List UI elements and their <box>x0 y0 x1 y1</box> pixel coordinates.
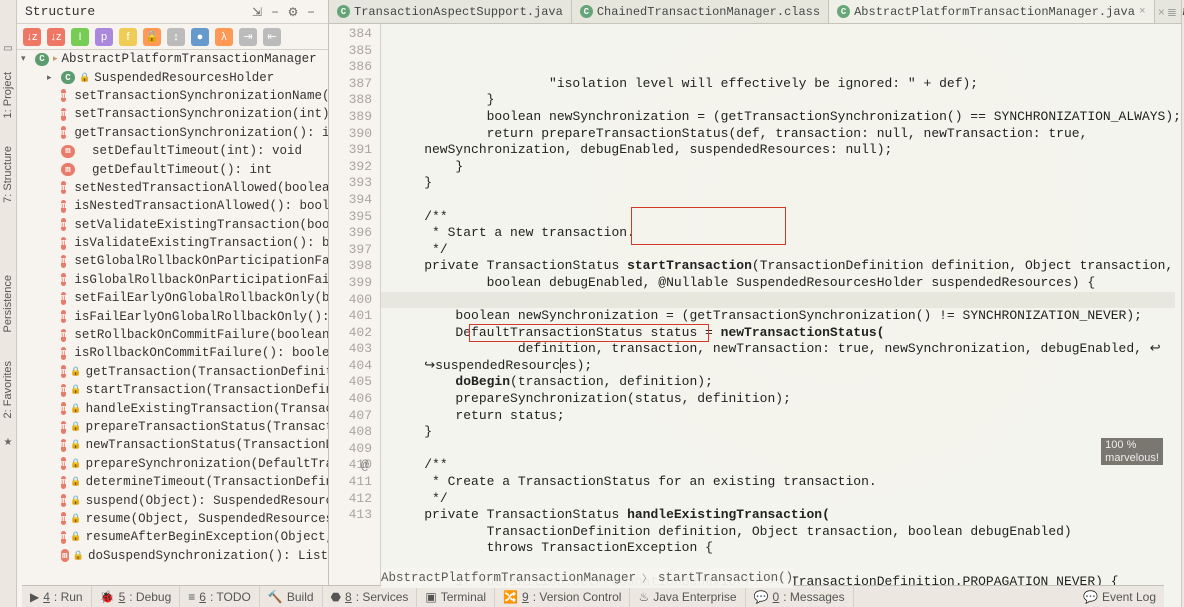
structure-member[interactable]: m getTransactionSynchronization(): in <box>19 124 328 142</box>
project-tool-label[interactable]: 1: Project <box>2 72 14 118</box>
editor-tab[interactable]: CAbstractPlatformTransactionManager.java… <box>829 0 1154 23</box>
favorites-tool-label[interactable]: 2: Favorites <box>2 361 14 418</box>
breadcrumb-class[interactable]: AbstractPlatformTransactionManager <box>381 571 636 585</box>
structure-member[interactable]: m🔒 resume(Object, SuspendedResourcesHo <box>19 510 328 528</box>
bottom-toolbar: ▶ 4: Run 🐞 5: Debug ≡ 6: TODO 🔨 Build ⬣ … <box>22 585 1164 607</box>
autoscroll-to-icon[interactable]: ⇥ <box>239 28 257 46</box>
structure-member[interactable]: m isNestedTransactionAllowed(): boole <box>19 197 328 215</box>
structure-member[interactable]: m setValidateExistingTransaction(bool <box>19 216 328 234</box>
structure-member[interactable]: m setTransactionSynchronization(int): <box>19 105 328 123</box>
chevron-right-icon: 〉 <box>642 570 652 586</box>
structure-member[interactable]: m🔒 prepareSynchronization(DefaultTrans <box>19 455 328 473</box>
show-anonymous-icon[interactable]: ● <box>191 28 209 46</box>
event-log-tool[interactable]: 💬 Event Log <box>1075 586 1164 607</box>
structure-member[interactable]: ▸C🔒 SuspendedResourcesHolder <box>19 68 328 86</box>
structure-tool-label[interactable]: 7: Structure <box>2 146 14 203</box>
structure-member[interactable]: m setFailEarlyOnGlobalRollbackOnly(bo <box>19 289 328 307</box>
structure-member[interactable]: m setDefaultTimeout(int): void <box>19 142 328 160</box>
structure-member[interactable]: m🔒 newTransactionStatus(TransactionDef <box>19 436 328 454</box>
structure-member[interactable]: m isRollbackOnCommitFailure(): boolea <box>19 344 328 362</box>
star-icon[interactable]: ★ <box>0 434 16 450</box>
tab-list-icon[interactable]: ≣ <box>1167 5 1177 19</box>
hide-icon[interactable]: − <box>302 3 320 21</box>
structure-toolbar: ↓z ↓z I p f 🔒 ↕ ● λ ⇥ ⇤ <box>17 24 328 50</box>
expand-icon[interactable]: ⇲ <box>248 3 266 21</box>
structure-member[interactable]: m🔒 determineTimeout(TransactionDefinit <box>19 473 328 491</box>
terminal-tool[interactable]: ▣ Terminal <box>417 586 495 607</box>
show-properties-icon[interactable]: p <box>95 28 113 46</box>
structure-member[interactable]: m setNestedTransactionAllowed(boolean <box>19 179 328 197</box>
structure-member[interactable]: m isValidateExistingTransaction(): bo <box>19 234 328 252</box>
show-inherited-icon[interactable]: ↕ <box>167 28 185 46</box>
gear-icon[interactable]: ⚙ <box>284 3 302 21</box>
structure-member[interactable]: m🔒 getTransaction(TransactionDefinitio <box>19 363 328 381</box>
editor-tab[interactable]: CTransactionAspectSupport.java <box>329 0 572 23</box>
editor-tab[interactable]: CChainedTransactionManager.class <box>572 0 829 23</box>
structure-member[interactable]: m setGlobalRollbackOnParticipationFai <box>19 252 328 270</box>
breadcrumb-method[interactable]: startTransaction() <box>658 571 793 585</box>
vcs-tool[interactable]: 🔀 9: Version Control <box>495 586 630 607</box>
editor-panel: CTransactionAspectSupport.javaCChainedTr… <box>329 0 1181 607</box>
structure-member[interactable]: m isGlobalRollbackOnParticipationFail <box>19 271 328 289</box>
close-tab-icon[interactable]: × <box>1139 6 1146 18</box>
structure-panel: Structure ⇲ − ⚙ − ↓z ↓z I p f 🔒 ↕ ● λ ⇥ … <box>17 0 329 607</box>
structure-member[interactable]: m🔒 suspend(Object): SuspendedResources <box>19 491 328 509</box>
breadcrumb[interactable]: AbstractPlatformTransactionManager 〉 sta… <box>381 568 793 588</box>
structure-member[interactable]: m🔒 handleExistingTransaction(Transacti <box>19 399 328 417</box>
structure-member[interactable]: m🔒 doSuspendSynchronization(): List <box>19 547 328 565</box>
run-tool[interactable]: ▶ 4: Run <box>22 586 92 607</box>
show-nonpublic-icon[interactable]: 🔒 <box>143 28 161 46</box>
show-fields-icon[interactable]: f <box>119 28 137 46</box>
structure-title: Structure <box>25 4 248 19</box>
java-enterprise-tool[interactable]: ♨ Java Enterprise <box>630 586 745 607</box>
structure-member[interactable]: m🔒 prepareTransactionStatus(Transactio <box>19 418 328 436</box>
services-tool[interactable]: ⬣ 8: Services <box>323 586 418 607</box>
code-analysis-hint: 100 % marvelous! <box>1101 438 1163 465</box>
code-area[interactable]: "isolation level will effectively be ign… <box>381 24 1181 607</box>
build-tool[interactable]: 🔨 Build <box>260 586 323 607</box>
structure-member[interactable]: m isFailEarlyOnGlobalRollbackOnly(): <box>19 307 328 325</box>
close-tab-x-icon[interactable]: × <box>1158 5 1165 19</box>
structure-member[interactable]: m setTransactionSynchronizationName(S <box>19 87 328 105</box>
line-gutter: 384 385 386 387 388 389 390 391 392 393 … <box>329 24 381 607</box>
autoscroll-from-icon[interactable]: ⇤ <box>263 28 281 46</box>
debug-tool[interactable]: 🐞 5: Debug <box>92 586 181 607</box>
minimize-icon[interactable]: − <box>266 3 284 21</box>
structure-member[interactable]: m🔒 resumeAfterBeginException(Object, S <box>19 528 328 546</box>
sort-alpha-icon[interactable]: ↓z <box>23 28 41 46</box>
project-tool-icon[interactable]: ▭ <box>0 40 16 56</box>
persistence-tool-label[interactable]: Persistence <box>2 275 14 332</box>
editor-tabs: CTransactionAspectSupport.javaCChainedTr… <box>329 0 1181 24</box>
structure-root[interactable]: ▾C▸ AbstractPlatformTransactionManager <box>19 50 328 68</box>
structure-member[interactable]: m getDefaultTimeout(): int <box>19 160 328 178</box>
todo-tool[interactable]: ≡ 6: TODO <box>180 586 260 607</box>
show-interfaces-icon[interactable]: I <box>71 28 89 46</box>
sort-visibility-icon[interactable]: ↓z <box>47 28 65 46</box>
structure-member[interactable]: m setRollbackOnCommitFailure(boolean) <box>19 326 328 344</box>
messages-tool[interactable]: 💬 0: Messages <box>746 586 854 607</box>
structure-member[interactable]: m🔒 startTransaction(TransactionDefinit <box>19 381 328 399</box>
structure-tree[interactable]: ▾C▸ AbstractPlatformTransactionManager▸C… <box>17 50 328 607</box>
show-lambdas-icon[interactable]: λ <box>215 28 233 46</box>
